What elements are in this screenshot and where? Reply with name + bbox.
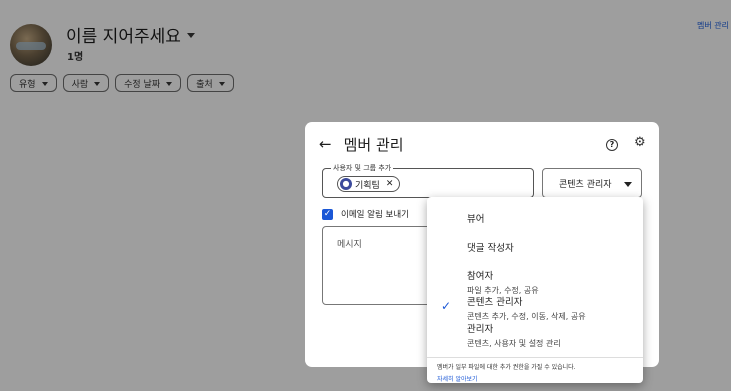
- role-option-desc: 콘텐츠, 사용자 및 설정 관리: [467, 339, 561, 348]
- group-avatar-icon: ●: [340, 178, 352, 190]
- footer-note: 멤버가 일부 파일에 대한 추가 권한을 가질 수 있습니다.: [437, 364, 576, 371]
- shared-drive-avatar: [10, 24, 52, 66]
- role-option-commenter[interactable]: 댓글 작성자: [467, 240, 514, 254]
- message-placeholder: 메시지: [337, 240, 362, 250]
- chevron-down-icon: [623, 181, 632, 187]
- role-option-viewer[interactable]: 뷰어: [467, 211, 484, 225]
- role-select-value: 콘텐츠 관리자: [559, 179, 612, 190]
- role-option-label: 참여자: [467, 271, 494, 282]
- person-chip[interactable]: ● 기획팀 ✕: [337, 176, 401, 192]
- role-select[interactable]: 콘텐츠 관리자: [542, 168, 642, 198]
- filter-source-chip[interactable]: 출처: [187, 74, 234, 92]
- filter-modified-chip[interactable]: 수정 날짜: [115, 74, 182, 92]
- drive-title[interactable]: 이름 지어주세요: [66, 22, 195, 47]
- notify-option[interactable]: ✓ 이메일 알림 보내기: [322, 208, 409, 220]
- chevron-down-icon: [218, 81, 225, 86]
- filter-type-chip[interactable]: 유형: [10, 74, 57, 92]
- manage-members-link[interactable]: 멤버 관리: [697, 20, 729, 31]
- message-textarea[interactable]: 메시지: [322, 226, 440, 305]
- chevron-down-icon: [166, 81, 173, 86]
- add-people-label: 사용자 및 그룹 추가: [331, 163, 394, 173]
- role-option-label: 뷰어: [467, 214, 485, 225]
- role-option-label: 댓글 작성자: [467, 243, 514, 254]
- help-icon[interactable]: ?: [606, 139, 618, 151]
- check-icon: ✓: [441, 299, 452, 313]
- filter-people-chip[interactable]: 사람: [62, 74, 110, 92]
- drive-title-text: 이름 지어주세요: [66, 27, 181, 47]
- filter-label: 사람: [71, 79, 89, 90]
- remove-chip-close-icon[interactable]: ✕: [386, 179, 394, 189]
- chevron-down-icon: [94, 81, 101, 86]
- dialog-header: ← 멤버 관리: [319, 134, 404, 155]
- role-menu: 뷰어 댓글 작성자 참여자 파일 추가, 수정, 공유 ✓ 콘텐츠 관리자 콘텐…: [427, 197, 643, 383]
- filter-label: 출처: [196, 79, 213, 90]
- settings-gear-icon[interactable]: ⚙: [634, 136, 646, 149]
- role-option-content-manager[interactable]: 콘텐츠 관리자 콘텐츠 추가, 수정, 이동, 삭제, 공유: [467, 294, 586, 322]
- role-option-label: 관리자: [467, 324, 494, 335]
- chevron-down-icon: [186, 33, 195, 38]
- member-count: 1명: [67, 52, 84, 63]
- filter-bar: 유형 사람 수정 날짜 출처: [10, 74, 234, 92]
- notify-checkbox[interactable]: ✓: [322, 208, 333, 220]
- role-option-manager[interactable]: 관리자 콘텐츠, 사용자 및 설정 관리: [467, 321, 561, 349]
- filter-label: 유형: [19, 79, 36, 90]
- notify-label: 이메일 알림 보내기: [341, 210, 409, 220]
- filter-label: 수정 날짜: [124, 79, 161, 90]
- learn-more-link[interactable]: 자세히 알아보기: [437, 374, 643, 383]
- role-option-label: 콘텐츠 관리자: [467, 297, 523, 308]
- dialog-title: 멤버 관리: [343, 136, 404, 154]
- chevron-down-icon: [41, 81, 48, 86]
- back-arrow-icon[interactable]: ←: [319, 137, 332, 152]
- add-people-input[interactable]: 사용자 및 그룹 추가 ● 기획팀 ✕: [322, 163, 534, 198]
- role-option-contributor[interactable]: 참여자 파일 추가, 수정, 공유: [467, 268, 539, 296]
- person-chip-label: 기획팀: [355, 180, 380, 191]
- role-menu-footer: 멤버가 일부 파일에 대한 추가 권한을 가질 수 있습니다. 자세히 알아보기: [427, 357, 643, 383]
